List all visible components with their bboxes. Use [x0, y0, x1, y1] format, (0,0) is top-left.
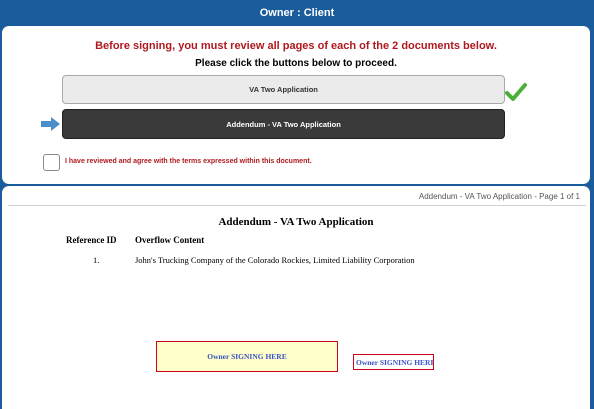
table-cell-reference-id: 1.: [93, 255, 100, 265]
column-header-overflow-content: Overflow Content: [135, 235, 205, 245]
document-title: Addendum - VA Two Application: [218, 216, 374, 228]
signature-field-large[interactable]: Owner SIGNING HERE: [156, 341, 338, 372]
column-header-reference-id: Reference ID: [66, 235, 117, 245]
document-viewer[interactable]: Addendum - VA Two Application - Page 1 o…: [2, 186, 590, 409]
window-title: Owner : Client: [259, 7, 335, 19]
agree-checkbox[interactable]: [43, 154, 60, 171]
document-button-va-two-application[interactable]: VA Two Application: [62, 75, 505, 104]
document-button-addendum[interactable]: Addendum - VA Two Application: [62, 109, 505, 139]
review-instruction: Please click the buttons below to procee…: [195, 58, 397, 69]
document-selector-panel: Before signing, you must review all page…: [2, 26, 590, 184]
check-icon: [505, 83, 527, 101]
arrow-right-icon: [41, 117, 60, 131]
review-warning: Before signing, you must review all page…: [95, 40, 497, 52]
signature-field-small[interactable]: Owner SIGNING HERE: [353, 354, 434, 370]
agree-checkbox-label: I have reviewed and agree with the terms…: [65, 158, 312, 165]
page-divider: [8, 205, 586, 206]
page-indicator: Addendum - VA Two Application - Page 1 o…: [418, 192, 580, 201]
table-cell-overflow-content: John's Trucking Company of the Colorado …: [135, 255, 415, 265]
